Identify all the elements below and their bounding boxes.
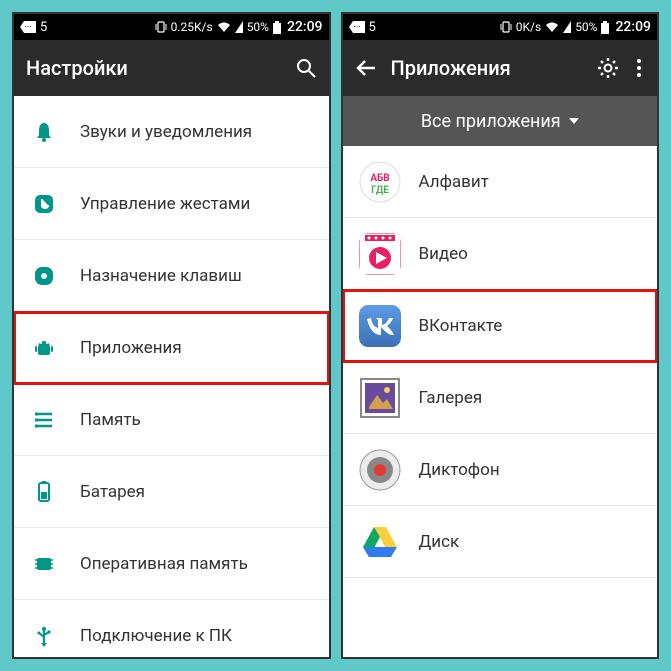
- battery-pct: 50%: [247, 20, 269, 34]
- android-icon: [30, 334, 58, 362]
- battery-icon: [601, 21, 609, 34]
- row-label: Приложения: [80, 338, 182, 358]
- gallery-icon: [359, 377, 401, 419]
- bell-icon: [30, 118, 58, 146]
- recorder-icon: [359, 449, 401, 491]
- app-drive[interactable]: Диск: [343, 506, 658, 578]
- row-label: Управление жестами: [80, 194, 250, 214]
- status-bar: ··· 5 0K/s 50% 22:09: [343, 14, 658, 40]
- status-bar: ··· 5 0.25K/s 50% 22:09: [14, 14, 329, 40]
- app-alphabet[interactable]: АБВГДЕ Алфавит: [343, 146, 658, 218]
- memory-icon: [30, 406, 58, 434]
- row-label: Подключение к ПК: [80, 626, 232, 646]
- settings-list: Звуки и уведомления Управление жестами Н…: [14, 96, 329, 657]
- data-rate: 0.25K/s: [171, 20, 213, 34]
- wifi-icon: [545, 21, 559, 33]
- signal-icon: [235, 21, 243, 33]
- search-icon: [295, 57, 317, 79]
- more-vert-icon: [636, 58, 642, 78]
- app-gallery[interactable]: Галерея: [343, 362, 658, 434]
- app-video[interactable]: Видео: [343, 218, 658, 290]
- row-ram[interactable]: Оперативная память: [14, 528, 329, 600]
- filter-dropdown[interactable]: Все приложения: [343, 96, 658, 146]
- row-key-assignment[interactable]: Назначение клавиш: [14, 240, 329, 312]
- settings-screen: ··· 5 0.25K/s 50% 22:09 Настройки Звуки …: [12, 12, 331, 659]
- alphabet-icon: АБВГДЕ: [359, 161, 401, 203]
- row-applications[interactable]: Приложения: [14, 312, 329, 384]
- back-arrow-icon: [355, 57, 377, 79]
- applications-screen: ··· 5 0K/s 50% 22:09 Приложения Все прил…: [341, 12, 660, 659]
- notif-icon: ···: [20, 21, 36, 33]
- clock: 22:09: [287, 19, 323, 35]
- dropdown-label: Все приложения: [421, 111, 561, 132]
- svg-text:···: ···: [353, 23, 360, 33]
- page-title: Настройки: [26, 56, 281, 80]
- app-label: Галерея: [419, 388, 483, 408]
- row-label: Батарея: [80, 482, 145, 502]
- app-label: Диктофон: [419, 460, 500, 480]
- app-label: Диск: [419, 532, 460, 552]
- row-label: Назначение клавиш: [80, 266, 242, 286]
- page-title: Приложения: [391, 56, 584, 80]
- gear-icon: [597, 57, 619, 79]
- wifi-icon: [217, 21, 231, 33]
- row-label: Память: [80, 410, 141, 430]
- back-button[interactable]: [355, 57, 377, 79]
- row-label: Оперативная память: [80, 554, 248, 574]
- signal-icon: [563, 21, 571, 33]
- search-button[interactable]: [295, 57, 317, 79]
- battery-pct: 50%: [575, 20, 597, 34]
- gesture-icon: [30, 190, 58, 218]
- usb-icon: [30, 622, 58, 650]
- drive-icon: [359, 521, 401, 563]
- svg-text:···: ···: [24, 23, 31, 33]
- app-label: Видео: [419, 244, 468, 264]
- ram-icon: [30, 550, 58, 578]
- vibrate-icon: [500, 21, 512, 33]
- vk-icon: [359, 305, 401, 347]
- app-label: Алфавит: [419, 172, 489, 192]
- notif-count: 5: [40, 20, 47, 35]
- row-memory[interactable]: Память: [14, 384, 329, 456]
- app-recorder[interactable]: Диктофон: [343, 434, 658, 506]
- video-icon: [359, 233, 401, 275]
- settings-button[interactable]: [597, 57, 619, 79]
- svg-text:АБВ: АБВ: [370, 173, 389, 184]
- row-gesture-control[interactable]: Управление жестами: [14, 168, 329, 240]
- data-rate: 0K/s: [516, 20, 541, 34]
- app-bar: Приложения: [343, 40, 658, 96]
- app-list: АБВГДЕ Алфавит Видео ВКонтакте Галерея: [343, 146, 658, 657]
- row-sound-notifications[interactable]: Звуки и уведомления: [14, 96, 329, 168]
- vibrate-icon: [155, 21, 167, 33]
- row-battery[interactable]: Батарея: [14, 456, 329, 528]
- chevron-down-icon: [569, 118, 579, 124]
- app-bar: Настройки: [14, 40, 329, 96]
- app-label: ВКонтакте: [419, 316, 503, 336]
- battery-icon: [30, 478, 58, 506]
- app-vkontakte[interactable]: ВКонтакте: [343, 290, 658, 362]
- overflow-button[interactable]: [633, 57, 645, 79]
- notif-icon: ···: [349, 21, 365, 33]
- key-assign-icon: [30, 262, 58, 290]
- row-pc-connection[interactable]: Подключение к ПК: [14, 600, 329, 657]
- notif-count: 5: [369, 20, 376, 35]
- row-label: Звуки и уведомления: [80, 122, 252, 142]
- clock: 22:09: [615, 19, 651, 35]
- battery-icon: [273, 21, 281, 34]
- svg-text:ГДЕ: ГДЕ: [371, 185, 389, 196]
